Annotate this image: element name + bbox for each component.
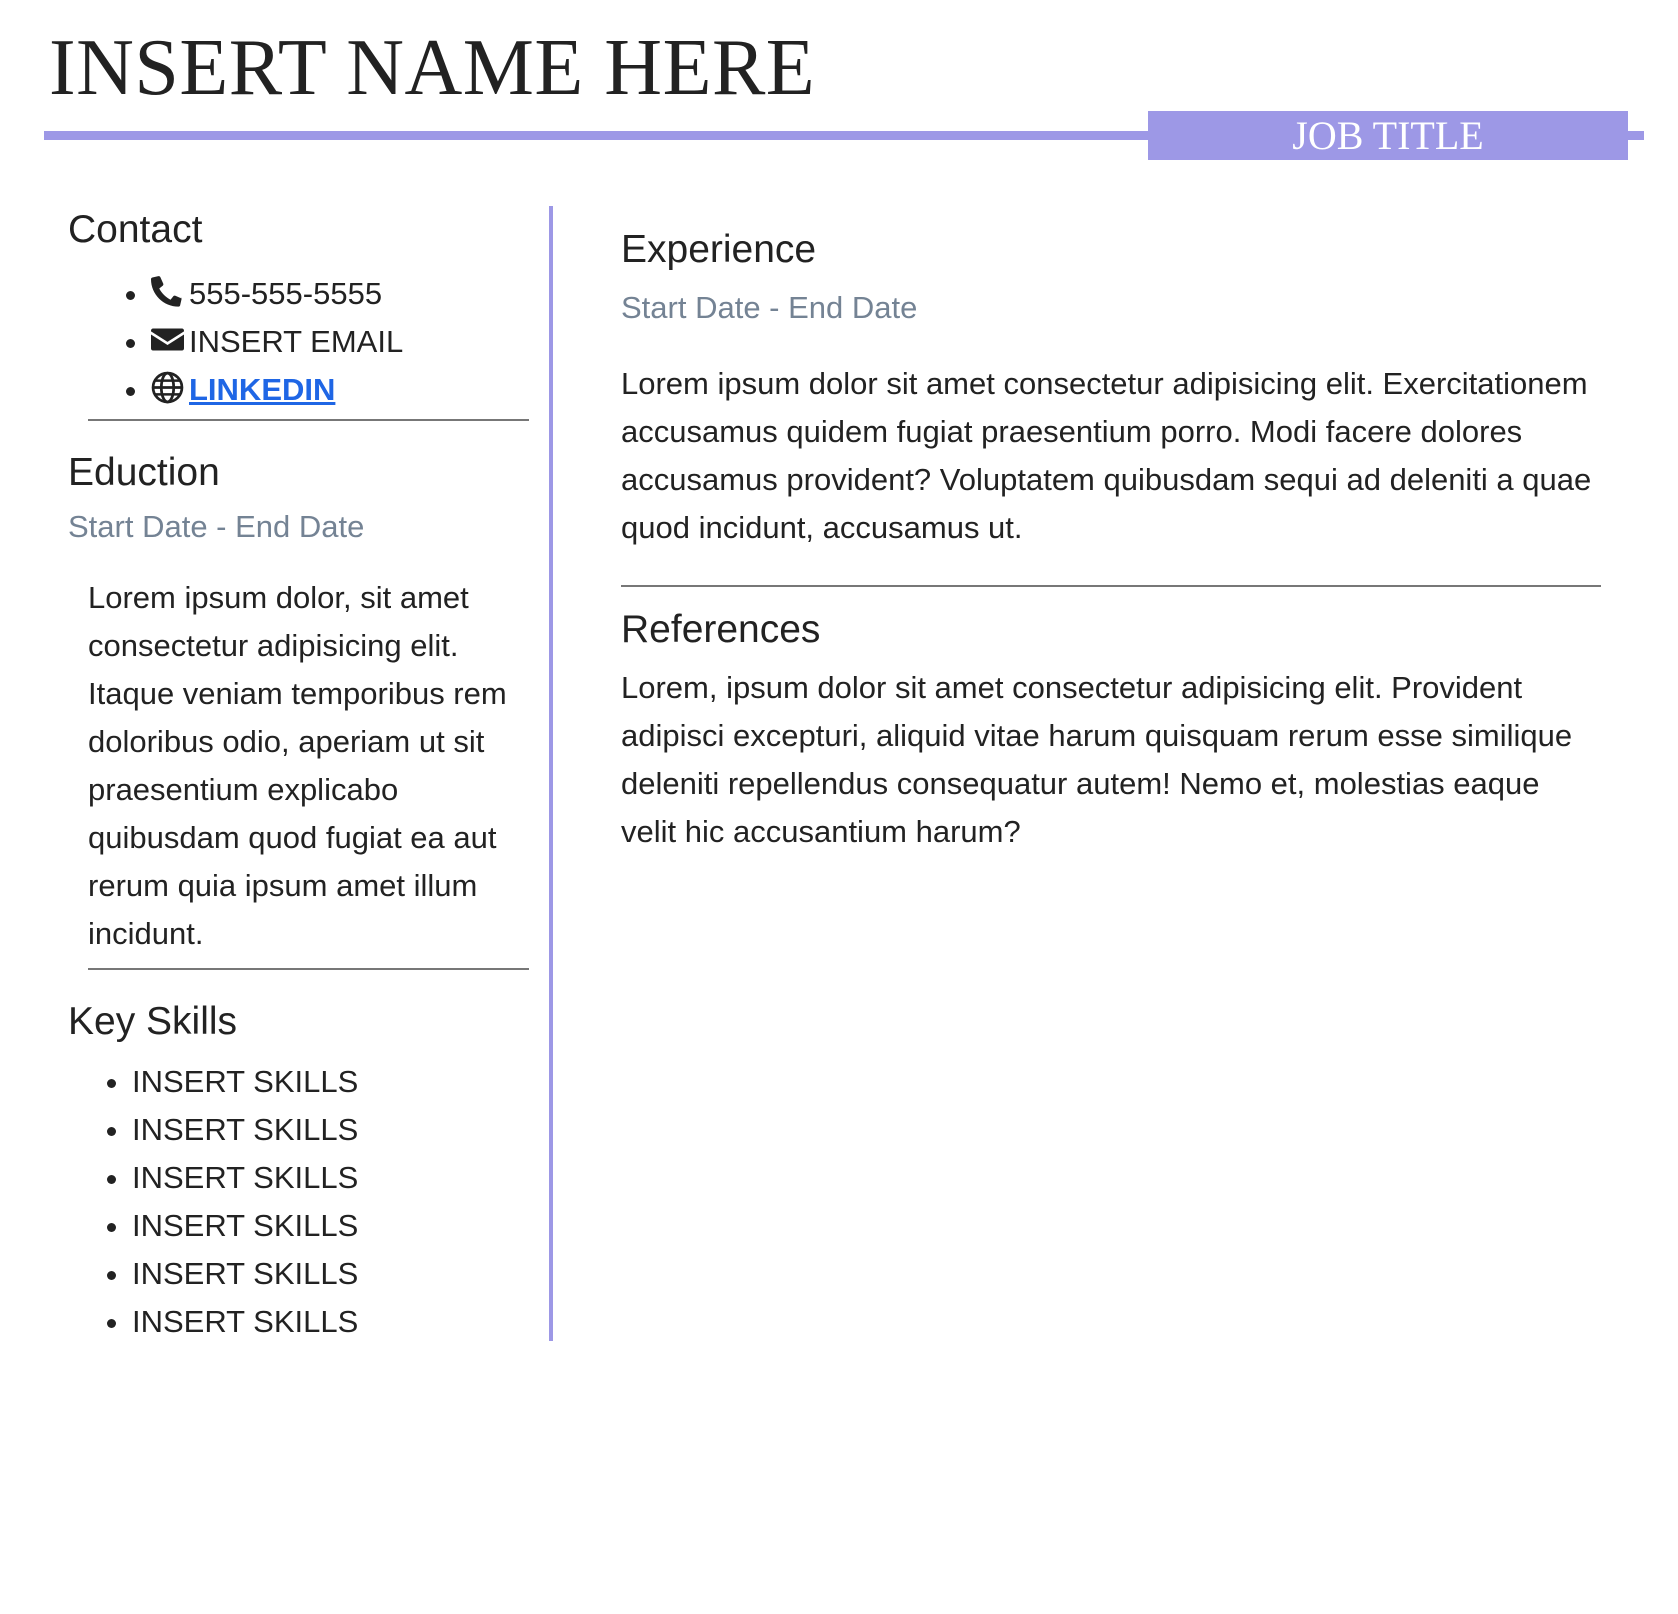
references-heading: References xyxy=(621,608,821,651)
contact-phone: 555-555-5555 xyxy=(189,276,383,311)
experience-dates: Start Date - End Date xyxy=(621,290,918,325)
left-column: Contact 555-555-5555 INSERT EMAIL xyxy=(68,200,529,1346)
right-column: Experience Start Date - End Date Lorem i… xyxy=(621,220,1601,856)
envelope-icon xyxy=(151,322,184,355)
experience-section: Experience Start Date - End Date Lorem i… xyxy=(621,220,1601,587)
skill-item: INSERT SKILLS xyxy=(132,1154,528,1202)
education-description: Lorem ipsum dolor, sit amet consectetur … xyxy=(88,580,507,951)
skill-item: INSERT SKILLS xyxy=(132,1106,528,1154)
experience-divider xyxy=(621,585,1601,587)
job-title-badge: JOB TITLE xyxy=(1148,111,1628,160)
education-divider xyxy=(88,968,529,970)
contact-divider xyxy=(88,419,529,421)
skills-heading: Key Skills xyxy=(68,1000,238,1043)
contact-linkedin-item: LINKEDIN xyxy=(151,366,528,414)
skill-item: INSERT SKILLS xyxy=(132,1250,528,1298)
skills-list: INSERT SKILLS INSERT SKILLS INSERT SKILL… xyxy=(68,1058,528,1346)
education-heading: Eduction xyxy=(68,451,220,494)
skills-section: Key Skills INSERT SKILLS INSERT SKILLS I… xyxy=(68,992,528,1346)
skill-item: INSERT SKILLS xyxy=(132,1202,528,1250)
contact-heading: Contact xyxy=(68,208,203,251)
resume-name: INSERT NAME HERE xyxy=(49,24,816,112)
globe-icon xyxy=(151,370,184,404)
contact-section: Contact 555-555-5555 INSERT EMAIL xyxy=(68,200,529,421)
references-section: References Lorem, ipsum dolor sit amet c… xyxy=(621,600,1601,856)
education-section: Eduction Start Date - End Date Lorem ips… xyxy=(68,443,529,970)
contact-phone-item: 555-555-5555 xyxy=(151,270,528,318)
linkedin-link[interactable]: LINKEDIN xyxy=(189,372,335,407)
experience-heading: Experience xyxy=(621,228,817,271)
skill-item: INSERT SKILLS xyxy=(132,1298,528,1346)
references-description: Lorem, ipsum dolor sit amet consectetur … xyxy=(621,670,1573,849)
contact-list: 555-555-5555 INSERT EMAIL xyxy=(68,270,528,414)
contact-email-item: INSERT EMAIL xyxy=(151,318,528,366)
column-divider xyxy=(549,206,553,1341)
skill-item: INSERT SKILLS xyxy=(132,1058,528,1106)
education-dates: Start Date - End Date xyxy=(68,509,365,544)
phone-icon xyxy=(151,274,184,307)
contact-email: INSERT EMAIL xyxy=(189,324,404,359)
experience-description: Lorem ipsum dolor sit amet consectetur a… xyxy=(621,366,1592,545)
